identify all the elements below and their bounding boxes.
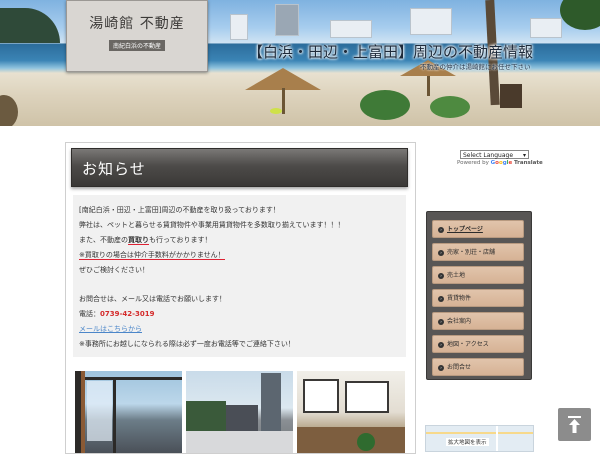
- notice-text: また、不動産の: [79, 236, 128, 244]
- chevron-right-circle-icon: ›: [438, 318, 444, 325]
- trash-bin-shape: [500, 84, 522, 108]
- notice-line: ぜひご検討ください！: [79, 266, 149, 274]
- building-shape: [530, 18, 562, 38]
- notice-title: お知らせ: [82, 160, 146, 178]
- header-banner: 湯崎館 不動産 南紀白浜の不動産 【白浜・田辺・上富田】周辺の不動産情報 不動産…: [0, 0, 600, 126]
- nav-item-label: 地図・アクセス: [447, 341, 489, 348]
- map-thumbnail[interactable]: 拡大地図を表示: [425, 425, 534, 452]
- window-pane: [345, 381, 389, 413]
- site-logo[interactable]: 湯崎館 不動産 南紀白浜の不動産: [66, 0, 208, 72]
- powered-by-label: Powered by: [457, 160, 489, 166]
- window-frame: [113, 379, 116, 453]
- nav-item-label: 賃貸物件: [447, 295, 472, 302]
- chevron-right-circle-icon: ›: [438, 249, 444, 256]
- building-shape: [275, 4, 299, 36]
- notice-line: お問合せは、メール又は電話でお願いします！: [79, 295, 226, 303]
- side-navigation: › トップページ › 売家・別荘・店舗 › 売土地 › 賃貸物件 › 会社案内 › 地図・ア…: [426, 211, 532, 380]
- language-select-value: Select Language: [463, 152, 514, 159]
- notice-heading-bar: お知らせ: [71, 148, 408, 187]
- window-pane: [303, 379, 339, 413]
- notice-body: [南紀白浜・田辺・上富田]周辺の不動産を取り扱っております！ 弊社は、ペットと暮…: [73, 195, 406, 357]
- nav-item-houses[interactable]: › 売家・別荘・店舗: [432, 243, 524, 261]
- chevron-right-circle-icon: ›: [438, 226, 444, 233]
- bush-shape: [430, 96, 470, 118]
- language-select[interactable]: Select Language ▾: [460, 150, 529, 159]
- powered-by-google-translate[interactable]: Powered by Google Translate: [457, 160, 543, 166]
- chevron-right-circle-icon: ›: [438, 295, 444, 302]
- site-headline: 【白浜・田辺・上富田】周辺の不動産情報: [248, 43, 534, 61]
- window-pane: [87, 381, 112, 441]
- nav-item-top[interactable]: › トップページ: [432, 220, 524, 238]
- logo-title: 湯崎館 不動産: [89, 16, 185, 32]
- nav-item-label: トップページ: [447, 226, 483, 233]
- building-shape: [230, 14, 248, 40]
- property-photo[interactable]: [297, 371, 405, 453]
- mail-link[interactable]: メールはこちらから: [79, 324, 142, 334]
- nav-item-label: お問合せ: [447, 364, 472, 371]
- float-ring-shape: [270, 108, 282, 114]
- map-road: [426, 432, 533, 434]
- floor-shape: [297, 427, 405, 453]
- google-logo: Google: [491, 160, 513, 166]
- bush-shape: [0, 95, 18, 126]
- window-frame: [81, 371, 85, 453]
- chevron-down-icon: ▾: [522, 152, 526, 159]
- phone-label: 電話：: [79, 310, 100, 318]
- phone-line: 電話：0739-42-3019: [79, 309, 155, 319]
- nav-item-rentals[interactable]: › 賃貸物件: [432, 289, 524, 307]
- parasol-pole: [282, 88, 285, 114]
- back-to-top-button[interactable]: [558, 408, 591, 441]
- phone-number[interactable]: 0739-42-3019: [100, 310, 155, 318]
- palm-leaves: [560, 0, 600, 30]
- no-fee-note: ※買取りの場合は仲介手数料がかかりません！: [79, 251, 225, 260]
- nav-item-label: 売家・別荘・店舗: [447, 249, 496, 256]
- site-tagline: 不動産の仲介は湯崎館にお任せ下さい: [420, 63, 531, 71]
- notice-text: も行っております！: [149, 236, 212, 244]
- building-shape: [330, 20, 372, 38]
- nav-item-label: 売土地: [447, 272, 466, 279]
- plant-shape: [357, 433, 375, 451]
- notice-line: また、不動産の買取りも行っております！: [79, 235, 211, 245]
- tree-shape: [186, 401, 226, 431]
- property-photo[interactable]: [186, 371, 293, 453]
- parasol-shape: [245, 68, 321, 90]
- arrow-up-to-line-icon: [568, 416, 581, 433]
- building-shape: [226, 405, 258, 431]
- nav-item-company[interactable]: › 会社案内: [432, 312, 524, 330]
- property-photo[interactable]: [75, 371, 182, 453]
- nav-item-contact[interactable]: › お問合せ: [432, 358, 524, 376]
- notice-line: ※買取りの場合は仲介手数料がかかりません！: [79, 250, 225, 260]
- notice-line: [南紀白浜・田辺・上富田]周辺の不動産を取り扱っております！: [79, 206, 280, 214]
- translate-word: Translate: [514, 160, 543, 166]
- building-shape: [410, 8, 452, 35]
- enlarge-map-link[interactable]: 拡大地図を表示: [446, 438, 489, 446]
- nav-item-access[interactable]: › 地図・アクセス: [432, 335, 524, 353]
- window-frame: [85, 377, 182, 380]
- buyout-emphasis: 買取り: [128, 236, 149, 245]
- chevron-right-circle-icon: ›: [438, 341, 444, 348]
- main-content: お知らせ [南紀白浜・田辺・上富田]周辺の不動産を取り扱っております！ 弊社は、…: [65, 142, 416, 454]
- nav-item-label: 会社案内: [447, 318, 472, 325]
- notice-line: 弊社は、ペットと暮らせる賃貸物件や事業用賃貸物件を多数取り揃えています！！！: [79, 221, 345, 229]
- bush-shape: [360, 90, 410, 120]
- notice-line: ※事務所にお越しになられる際は必ず一度お電話等でご連絡下さい！: [79, 340, 295, 348]
- parasol-pole: [427, 76, 430, 96]
- google-letter: e: [508, 160, 513, 166]
- nav-item-land[interactable]: › 売土地: [432, 266, 524, 284]
- hill-silhouette: [0, 8, 60, 43]
- building-shape: [261, 373, 281, 431]
- logo-subtitle: 南紀白浜の不動産: [108, 40, 165, 51]
- map-road: [496, 426, 498, 451]
- chevron-right-circle-icon: ›: [438, 272, 444, 279]
- chevron-right-circle-icon: ›: [438, 364, 444, 371]
